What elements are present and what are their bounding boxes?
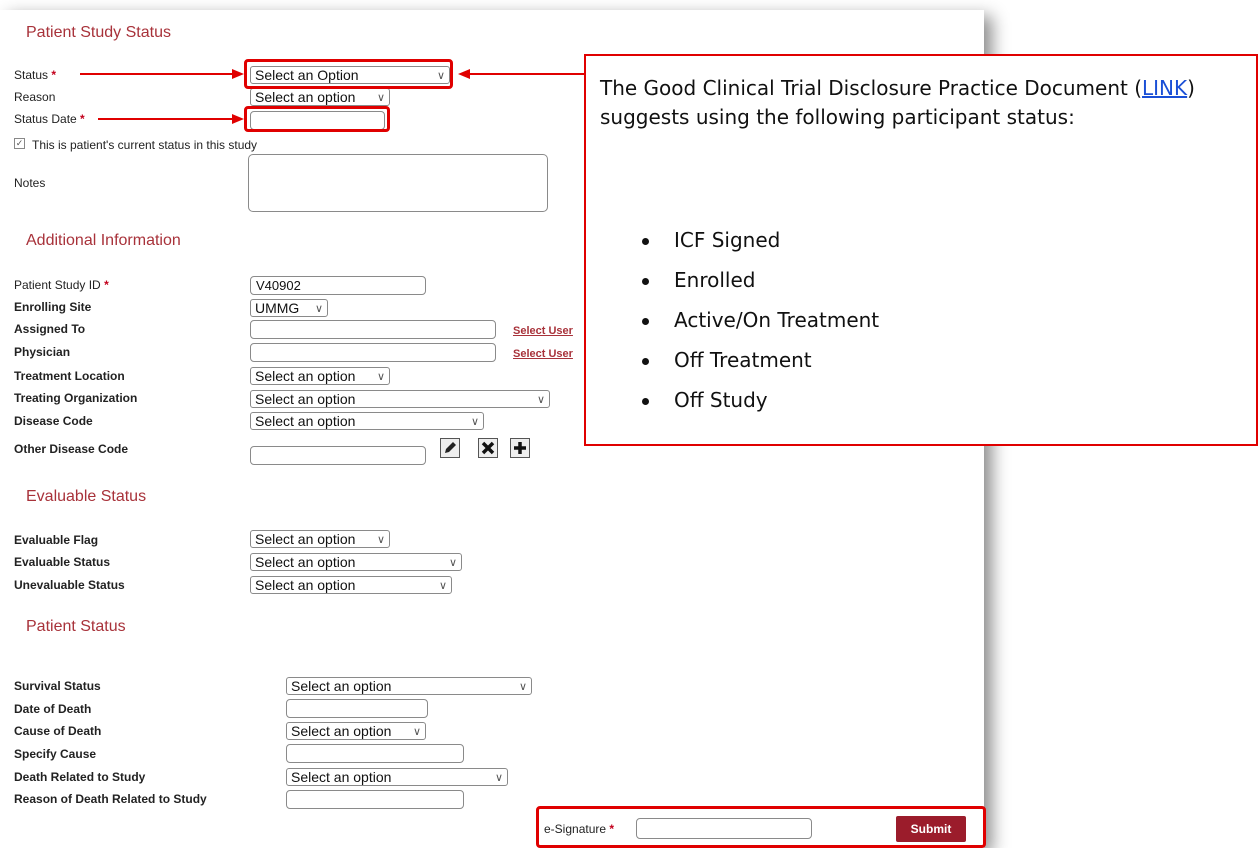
treatment-location-select[interactable]: Select an option ∨ — [250, 367, 390, 385]
evaluable-status-label: Evaluable Status — [14, 555, 111, 569]
arrow-status — [80, 73, 232, 75]
select-user-link-assigned[interactable]: Select User — [513, 325, 573, 337]
cause-of-death-select[interactable]: Select an option ∨ — [286, 722, 426, 740]
unevaluable-status-value: Select an option — [255, 577, 356, 593]
pencil-icon[interactable] — [440, 438, 460, 458]
survival-status-label: Survival Status — [14, 679, 101, 693]
callout-item: Off Study — [642, 388, 768, 412]
other-disease-code-input[interactable] — [250, 446, 426, 465]
arrow-head-status-date — [232, 114, 244, 124]
specify-cause-input[interactable] — [286, 744, 464, 763]
chevron-down-icon: ∨ — [518, 681, 527, 693]
arrow-status-date — [98, 118, 232, 120]
chevron-down-icon: ∨ — [376, 92, 385, 104]
evaluable-status-value: Select an option — [255, 554, 356, 570]
arrow-callout — [470, 73, 584, 75]
required-mark: * — [51, 68, 57, 82]
chevron-down-icon: ∨ — [448, 557, 457, 569]
death-related-label: Death Related to Study — [14, 770, 146, 784]
enrolling-site-label: Enrolling Site — [14, 300, 92, 314]
treating-organization-label: Treating Organization — [14, 391, 138, 405]
assigned-to-label: Assigned To — [14, 322, 86, 336]
section-header-additional-information: Additional Information — [26, 232, 181, 249]
treatment-location-label: Treatment Location — [14, 369, 125, 383]
disease-code-label: Disease Code — [14, 414, 93, 428]
physician-label: Physician — [14, 345, 71, 359]
callout-item: Enrolled — [641, 268, 756, 292]
chevron-down-icon: ∨ — [314, 303, 323, 315]
current-status-checkbox[interactable]: ✓ — [14, 138, 25, 149]
chevron-down-icon: ∨ — [438, 580, 447, 592]
select-user-link-physician[interactable]: Select User — [513, 348, 573, 360]
physician-input[interactable] — [250, 343, 496, 362]
assigned-to-input[interactable] — [250, 320, 496, 339]
callout-link[interactable]: LINK — [1142, 76, 1187, 100]
survival-status-value: Select an option — [291, 678, 392, 694]
reason-death-related-input[interactable] — [286, 790, 464, 809]
highlight-e-signature — [536, 806, 986, 848]
enrolling-site-select[interactable]: UMMG ∨ — [250, 299, 328, 317]
treating-organization-select[interactable]: Select an option ∨ — [250, 390, 550, 408]
arrow-head-callout — [458, 69, 470, 79]
reason-select[interactable]: Select an option ∨ — [250, 88, 390, 106]
enrolling-site-value: UMMG — [255, 300, 300, 316]
date-of-death-input[interactable] — [286, 699, 428, 718]
evaluable-flag-label: Evaluable Flag — [14, 533, 99, 547]
disease-code-value: Select an option — [255, 413, 356, 429]
evaluable-status-select[interactable]: Select an option ∨ — [250, 553, 462, 571]
evaluable-flag-value: Select an option — [255, 531, 356, 547]
required-mark: * — [104, 278, 109, 292]
section-header-patient-status: Patient Status — [26, 618, 126, 635]
other-disease-code-label: Other Disease Code — [14, 442, 129, 456]
reason-select-value: Select an option — [255, 89, 356, 105]
unevaluable-status-select[interactable]: Select an option ∨ — [250, 576, 452, 594]
close-icon[interactable] — [478, 438, 498, 458]
chevron-down-icon: ∨ — [412, 726, 421, 738]
section-header-evaluable-status: Evaluable Status — [26, 488, 147, 505]
callout-item: Active/On Treatment — [641, 308, 880, 332]
treating-organization-value: Select an option — [255, 391, 356, 407]
death-related-select[interactable]: Select an option ∨ — [286, 768, 508, 786]
patient-study-id-input[interactable]: V40902 — [250, 276, 426, 295]
plus-icon[interactable] — [510, 438, 530, 458]
patient-study-id-label: Patient Study ID * — [14, 278, 109, 292]
reason-death-related-label: Reason of Death Related to Study — [14, 792, 207, 806]
date-of-death-label: Date of Death — [14, 702, 92, 716]
chevron-down-icon: ∨ — [470, 416, 479, 428]
specify-cause-label: Specify Cause — [14, 747, 97, 761]
reason-label: Reason — [14, 90, 56, 104]
callout-item: Off Treatment — [642, 348, 812, 372]
chevron-down-icon: ∨ — [536, 394, 545, 406]
unevaluable-status-label: Unevaluable Status — [14, 578, 125, 592]
required-mark: * — [80, 112, 85, 126]
highlight-status — [244, 59, 453, 89]
treatment-location-value: Select an option — [255, 368, 356, 384]
arrow-head-status — [232, 69, 244, 79]
chevron-down-icon: ∨ — [494, 772, 503, 784]
notes-textarea[interactable] — [248, 154, 548, 212]
chevron-down-icon: ∨ — [376, 534, 385, 546]
cause-of-death-value: Select an option — [291, 723, 392, 739]
current-status-label: This is patient's current status in this… — [32, 138, 258, 152]
callout-box: The Good Clinical Trial Disclosure Pract… — [584, 54, 1258, 446]
evaluable-flag-select[interactable]: Select an option ∨ — [250, 530, 390, 548]
section-header-patient-study-status: Patient Study Status — [26, 24, 171, 41]
survival-status-select[interactable]: Select an option ∨ — [286, 677, 532, 695]
callout-item: ICF Signed — [641, 228, 781, 252]
cause-of-death-label: Cause of Death — [14, 724, 102, 738]
death-related-value: Select an option — [291, 769, 392, 785]
callout-text: The Good Clinical Trial Disclosure Pract… — [600, 76, 1195, 129]
status-label: Status * — [14, 68, 57, 82]
disease-code-select[interactable]: Select an option ∨ — [250, 412, 484, 430]
chevron-down-icon: ∨ — [376, 371, 385, 383]
status-date-label: Status Date * — [14, 112, 85, 126]
notes-label: Notes — [14, 176, 46, 190]
highlight-status-date — [244, 106, 390, 132]
